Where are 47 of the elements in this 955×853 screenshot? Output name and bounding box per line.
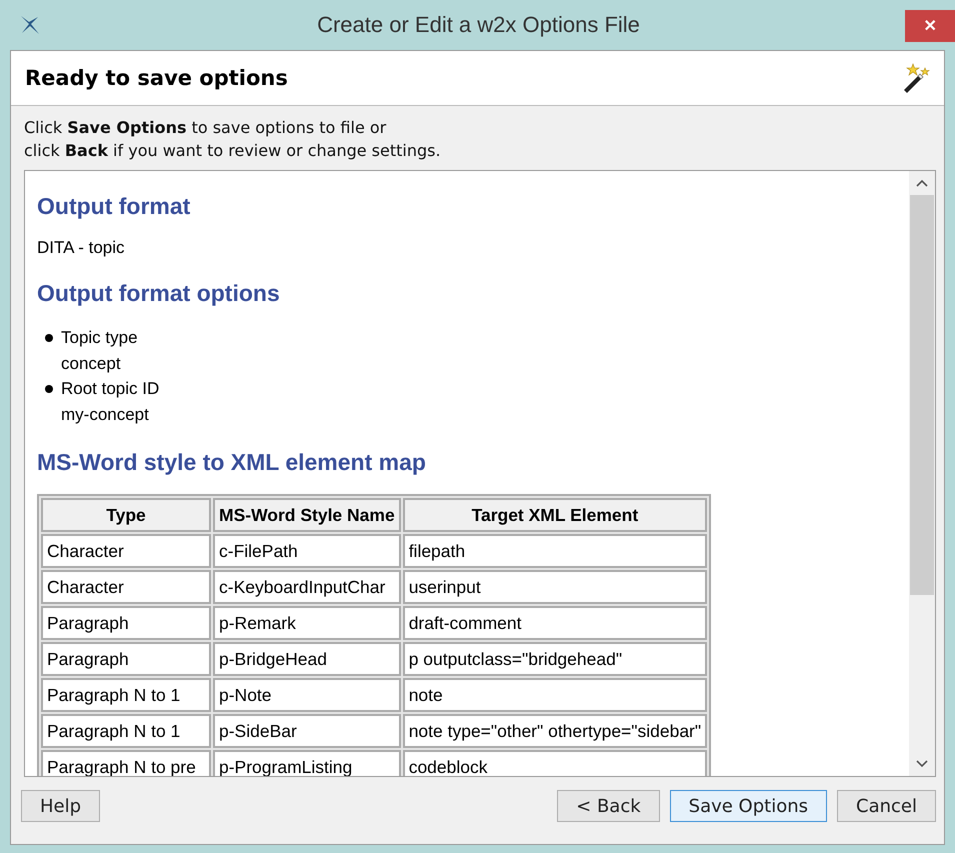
table-cell: note [402,678,708,712]
page-title: Ready to save options [25,66,288,90]
scroll-up-icon[interactable] [916,179,928,187]
section-heading: Output format options [37,280,281,307]
dialog-button[interactable]: Help [21,790,100,822]
dialog-button[interactable]: < Back [557,790,660,822]
table-cell: c-FilePath [213,534,401,568]
table-cell: p-ProgramListing [213,750,401,776]
table-cell: Character [41,570,211,604]
close-button[interactable]: ✕ [905,10,955,42]
scrollbar[interactable] [909,171,935,776]
table-cell: Paragraph [41,642,211,676]
window-title: Create or Edit a w2x Options File [317,12,641,38]
scroll-down-icon[interactable] [916,760,928,768]
table-cell: note type="other" othertype="sidebar" [402,714,708,748]
dialog-button[interactable]: Save Options [670,790,828,822]
table-cell: draft-comment [402,606,708,640]
instruction-text: click Back if you want to review or change settings. [24,140,442,162]
table-cell: Character [41,534,211,568]
table-cell: Paragraph N to pre [41,750,211,776]
section-heading: Output format [37,193,192,220]
option-label: Topic type [61,327,138,349]
table-cell: userinput [402,570,708,604]
table-cell: codeblock [402,750,708,776]
table-cell: c-KeyboardInputChar [213,570,401,604]
table-cell: p-Note [213,678,401,712]
table-cell: Paragraph [41,606,211,640]
option-value: concept [61,352,122,374]
dialog-button[interactable]: Cancel [837,790,936,822]
column-header: Target XML Element [402,498,708,532]
bullet-icon [45,334,53,342]
section-text: DITA - topic [37,238,126,258]
column-header: Type [41,498,211,532]
option-label: Root topic ID [61,378,160,400]
column-header: MS-Word Style Name [213,498,401,532]
table-cell: filepath [402,534,708,568]
table-cell: p outputclass="bridgehead" [402,642,708,676]
bullet-icon [45,385,53,393]
instruction-text: Click Save Options to save options to file or [24,117,388,139]
table-cell: Paragraph N to 1 [41,714,211,748]
table-cell: p-Remark [213,606,401,640]
scroll-thumb[interactable] [910,195,934,595]
option-value: my-concept [61,404,150,426]
table-cell: p-SideBar [213,714,401,748]
table-cell: p-BridgeHead [213,642,401,676]
table-cell: Paragraph N to 1 [41,678,211,712]
section-heading: MS-Word style to XML element map [37,449,427,476]
